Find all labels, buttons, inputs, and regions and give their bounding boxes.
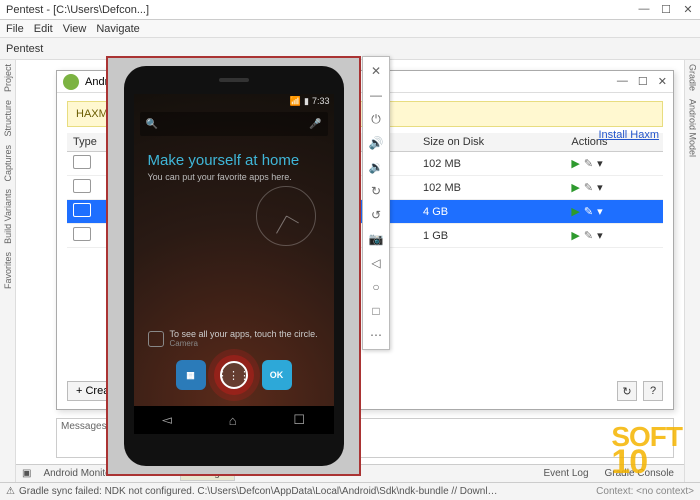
phone-screen[interactable]: 📶 ▮ 7:33 🔍 🎤 Make yourself at home You c… [134, 94, 334, 434]
home-icon[interactable]: ⌂ [229, 413, 237, 428]
android-navbar: ◅ ⌂ ☐ [134, 406, 334, 434]
status-context: Context: <no context> [596, 486, 694, 497]
status-bar: ⚠ Gradle sync failed: NDK not configured… [0, 482, 700, 500]
menu-navigate[interactable]: Navigate [96, 23, 139, 35]
left-tab-project[interactable]: Project [3, 64, 13, 92]
window-titlebar: Pentest - [C:\Users\Defcon...] — ☐ ✕ [0, 0, 700, 20]
onboarding-subline: You can put your favorite apps here. [148, 172, 292, 182]
emu-close-icon[interactable]: ✕ [368, 63, 384, 79]
emu-rotate-left-icon[interactable]: ↻ [368, 183, 384, 199]
emu-overview-icon[interactable]: □ [368, 303, 384, 319]
window-close-icon[interactable]: ✕ [682, 3, 694, 16]
install-haxm-link[interactable]: Install Haxm [598, 129, 659, 141]
device-type-icon [73, 155, 91, 169]
emulator-toolbar: ✕ — ⏻ 🔊 🔉 ↻ ↺ 📷 ◁ ○ □ ⋯ [362, 56, 390, 350]
cell-size: 102 MB [417, 152, 565, 176]
clock-widget[interactable] [256, 186, 316, 246]
menubar: File Edit View Navigate [0, 20, 700, 38]
window-title: Pentest - [C:\Users\Defcon...] [6, 4, 149, 16]
avd-close-icon[interactable]: ✕ [658, 75, 667, 88]
emu-back-icon[interactable]: ◁ [368, 255, 384, 271]
play-icon[interactable]: ▶ [571, 182, 579, 194]
emulator-frame: 📶 ▮ 7:33 🔍 🎤 Make yourself at home You c… [106, 56, 361, 476]
cell-size: 4 GB [417, 200, 565, 224]
menu-file[interactable]: File [6, 23, 24, 35]
left-tab-structure[interactable]: Structure [3, 100, 13, 137]
bottom-icon[interactable]: ▣ [22, 468, 31, 479]
battery-icon: ▮ [304, 96, 309, 107]
warning-icon: ⚠ [6, 486, 15, 497]
window-maximize-icon[interactable]: ☐ [660, 3, 672, 16]
ok-button[interactable]: OK [262, 360, 292, 390]
window-minimize-icon[interactable]: — [638, 3, 650, 16]
breadcrumb[interactable]: Pentest [6, 43, 43, 55]
status-text: Gradle sync failed: NDK not configured. … [19, 486, 499, 497]
more-icon[interactable]: ▾ [597, 158, 603, 170]
emu-minimize-icon[interactable]: — [368, 87, 384, 103]
left-tab-favorites[interactable]: Favorites [3, 252, 13, 289]
hotseat: ▦ ⋮⋮⋮ OK [134, 356, 334, 394]
right-tab-android-model[interactable]: Android Model [688, 99, 698, 157]
mic-icon[interactable]: 🎤 [309, 119, 321, 130]
menu-view[interactable]: View [63, 23, 87, 35]
emu-volume-up-icon[interactable]: 🔊 [368, 135, 384, 151]
emu-volume-down-icon[interactable]: 🔉 [368, 159, 384, 175]
android-studio-icon [63, 74, 79, 90]
hint-text: To see all your apps, touch the circle. [170, 329, 318, 339]
emu-rotate-right-icon[interactable]: ↺ [368, 207, 384, 223]
app-icon[interactable]: ▦ [176, 360, 206, 390]
phone-speaker [219, 78, 249, 82]
watermark: SOFT 10 [611, 426, 682, 476]
all-apps-icon[interactable]: ⋮⋮⋮ [220, 361, 248, 389]
recents-icon[interactable]: ☐ [293, 412, 305, 428]
edit-icon[interactable]: ✎ [584, 158, 593, 170]
android-statusbar: 📶 ▮ 7:33 [134, 94, 334, 108]
avd-minimize-icon[interactable]: — [617, 75, 628, 88]
phone-device: 📶 ▮ 7:33 🔍 🎤 Make yourself at home You c… [124, 66, 344, 466]
main-area: Android — ☐ ✕ HAXM is Install Haxm Type … [16, 60, 684, 482]
right-tab-gradle[interactable]: Gradle [688, 64, 698, 91]
onboarding-headline: Make yourself at home [148, 152, 300, 169]
device-type-icon [73, 179, 91, 193]
play-icon[interactable]: ▶ [571, 158, 579, 170]
cell-size: 102 MB [417, 176, 565, 200]
device-type-icon [73, 227, 91, 241]
more-icon[interactable]: ▾ [597, 182, 603, 194]
right-toolstrip: Gradle Android Model [684, 60, 700, 482]
watermark-line2: 10 [611, 449, 682, 476]
signal-icon: 📶 [290, 96, 301, 107]
help-icon[interactable]: ? [643, 381, 663, 401]
tab-event-log[interactable]: Event Log [539, 467, 592, 480]
left-tab-build-variants[interactable]: Build Variants [3, 189, 13, 244]
play-icon[interactable]: ▶ [571, 230, 579, 242]
hint-sub: Camera [170, 339, 318, 348]
hint-row: To see all your apps, touch the circle. … [148, 329, 320, 348]
camera-icon [148, 331, 164, 347]
left-tab-captures[interactable]: Captures [3, 145, 13, 182]
emu-home-icon[interactable]: ○ [368, 279, 384, 295]
search-icon: 🔍 [146, 119, 158, 130]
status-time: 7:33 [312, 96, 330, 106]
search-bar[interactable]: 🔍 🎤 [140, 112, 328, 136]
device-type-icon [73, 203, 91, 217]
more-icon[interactable]: ▾ [597, 206, 603, 218]
left-toolstrip: Project Structure Captures Build Variant… [0, 60, 16, 482]
edit-icon[interactable]: ✎ [584, 182, 593, 194]
play-icon[interactable]: ▶ [571, 206, 579, 218]
emu-power-icon[interactable]: ⏻ [368, 111, 384, 127]
avd-maximize-icon[interactable]: ☐ [638, 75, 648, 88]
col-size[interactable]: Size on Disk [417, 133, 565, 152]
cell-size: 1 GB [417, 224, 565, 248]
emu-more-icon[interactable]: ⋯ [368, 327, 384, 343]
more-icon[interactable]: ▾ [597, 230, 603, 242]
refresh-icon[interactable]: ↻ [617, 381, 637, 401]
back-icon[interactable]: ◅ [162, 412, 172, 428]
menu-edit[interactable]: Edit [34, 23, 53, 35]
emu-screenshot-icon[interactable]: 📷 [368, 231, 384, 247]
edit-icon[interactable]: ✎ [584, 230, 593, 242]
col-type[interactable]: Type [67, 133, 103, 152]
edit-icon[interactable]: ✎ [584, 206, 593, 218]
